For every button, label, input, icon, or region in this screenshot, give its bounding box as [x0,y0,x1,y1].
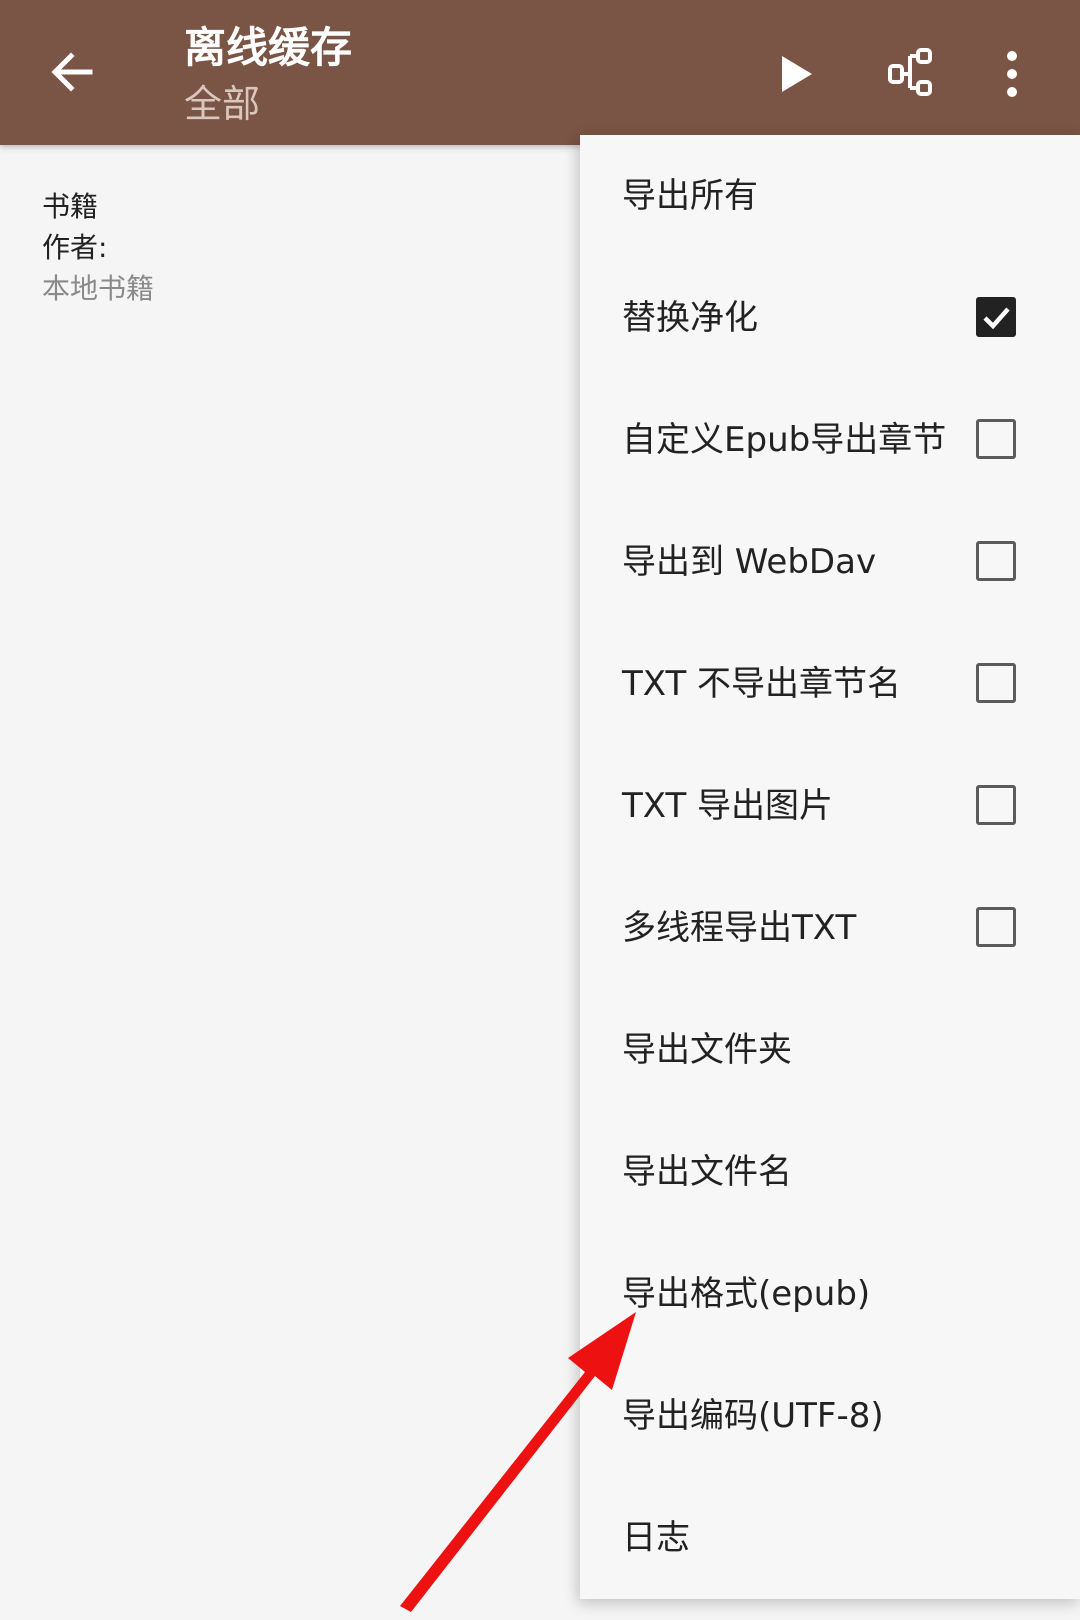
red-annotation-arrow [400,1312,636,1612]
